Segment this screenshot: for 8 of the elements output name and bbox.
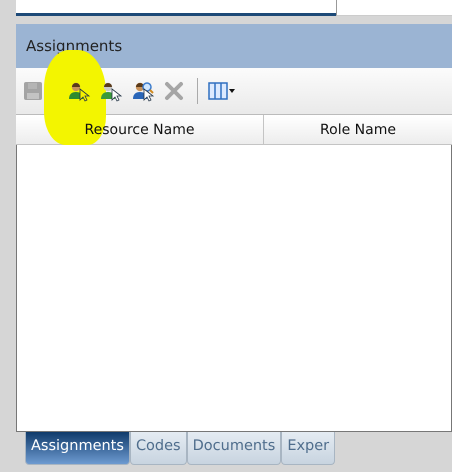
tab[interactable]: Documents [186,432,282,465]
tab[interactable]: Codes [130,432,187,465]
panel-title: Assignments [26,37,122,55]
tab[interactable]: Exper [281,432,336,465]
column-header[interactable]: Role Name [264,115,452,144]
tab[interactable]: Assignments [25,432,130,465]
columns-icon[interactable] [208,80,236,102]
people-search-icon[interactable] [131,80,155,102]
